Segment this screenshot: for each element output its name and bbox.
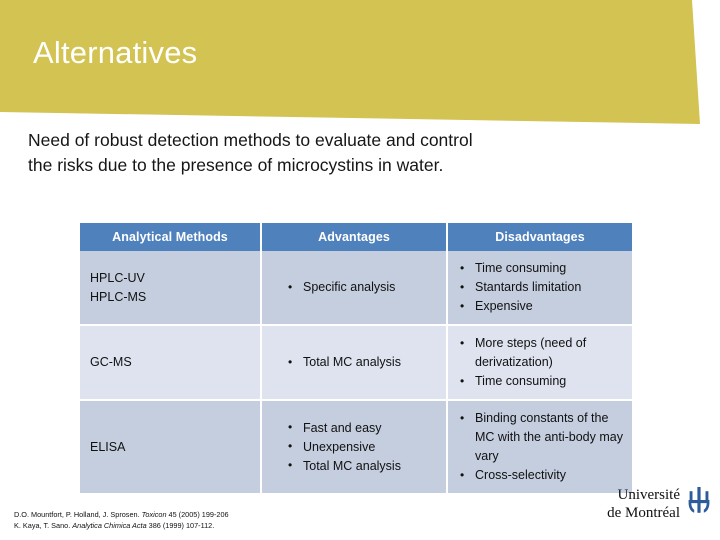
cell-advantages: Total MC analysis [261,325,448,401]
citation-line-2: K. Kaya, T. Sano. Analytica Chimica Acta… [14,520,229,531]
column-header-disadvantages: Disadvantages [447,223,632,251]
method-name-line: HPLC-MS [90,289,147,304]
cell-method: GC-MS [80,325,262,401]
column-header-methods: Analytical Methods [80,223,262,251]
cell-disadvantages: Time consuming Stantards limitation Expe… [447,251,632,326]
slide-canvas: Alternatives Need of robust detection me… [0,0,720,540]
intro-line-1: Need of robust detection methods to eval… [28,130,473,150]
logo-wordmark: Université de Montréal [592,487,680,522]
table-row: GC-MS Total MC analysis More steps (need… [80,325,632,401]
cell-advantages: Fast and easy Unexpensive Total MC analy… [261,400,448,495]
university-logo: Université de Montréal [592,483,716,535]
page-title: Alternatives [33,35,198,70]
citation-journal: Analytica Chimica Acta [72,521,147,531]
list-item: Specific analysis [286,278,438,297]
cell-method: ELISA [80,400,262,495]
citation-journal: Toxicon [141,510,167,519]
list-item: Total MC analysis [286,353,438,372]
method-name-line: HPLC-UV [90,270,145,285]
disadvantages-list: More steps (need of derivatization) Time… [458,334,624,391]
table-row: HPLC-UV HPLC-MS Specific analysis Time c… [80,251,632,326]
intro-line-2: the risks due to the presence of microcy… [28,155,444,176]
citation-line-1: D.O. Mountfort, P. Holland, J. Sprosen. … [14,509,229,520]
list-item: Time consuming [458,259,624,278]
citation-detail: 45 (2005) 199-206 [166,510,229,519]
method-name-line: GC-MS [90,355,132,370]
citation-authors: D.O. Mountfort, P. Holland, J. Sprosen. [14,510,142,519]
advantages-list: Fast and easy Unexpensive Total MC analy… [286,418,438,476]
list-item: More steps (need of derivatization) [458,334,624,372]
intro-paragraph: Need of robust detection methods to eval… [28,128,688,179]
logo-line-2: de Montréal [607,504,680,521]
university-crest-icon [688,487,710,513]
list-item: Binding constants of the MC with the ant… [458,409,624,466]
table-header-row: Analytical Methods Advantages Disadvanta… [80,223,632,251]
logo-line-1: Université [617,487,680,503]
list-item: Time consuming [458,372,624,391]
column-header-advantages: Advantages [261,223,448,251]
citation-block: D.O. Mountfort, P. Holland, J. Sprosen. … [14,509,229,532]
disadvantages-list: Binding constants of the MC with the ant… [458,409,624,485]
cell-disadvantages: Binding constants of the MC with the ant… [447,400,632,495]
comparison-table-container: Analytical Methods Advantages Disadvanta… [80,223,632,495]
citation-detail: 386 (1999) 107-112. [146,521,215,531]
citation-authors: K. Kaya, T. Sano. [14,521,73,531]
list-item: Expensive [458,297,624,316]
method-name-line: ELISA [90,439,126,454]
cell-method: HPLC-UV HPLC-MS [80,251,262,326]
comparison-table: Analytical Methods Advantages Disadvanta… [80,223,632,495]
list-item: Fast and easy [286,418,438,438]
cell-advantages: Specific analysis [261,251,448,326]
list-item: Stantards limitation [458,278,624,297]
advantages-list: Specific analysis [286,278,438,297]
cell-disadvantages: More steps (need of derivatization) Time… [447,325,632,401]
table-row: ELISA Fast and easy Unexpensive Total MC… [80,400,632,495]
advantages-list: Total MC analysis [286,353,438,372]
list-item: Total MC analysis [286,456,438,476]
disadvantages-list: Time consuming Stantards limitation Expe… [458,259,624,316]
list-item: Unexpensive [286,437,438,457]
